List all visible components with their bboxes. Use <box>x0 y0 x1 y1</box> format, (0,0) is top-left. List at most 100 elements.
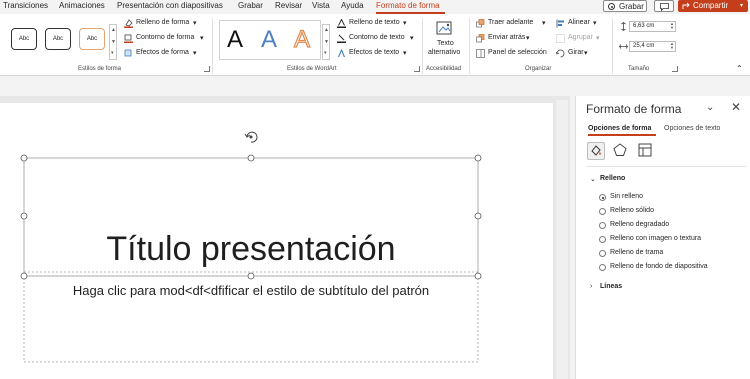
chevron-down-icon[interactable]: ▾ <box>526 34 530 42</box>
record-label: Grabar <box>619 2 644 11</box>
height-icon <box>621 22 626 31</box>
resize-handle-tl <box>20 154 28 162</box>
width-spinner[interactable]: ▲ ▼ <box>670 42 674 50</box>
wordart-gallery-scroll[interactable]: ▲ ▼ ▾ <box>322 24 330 60</box>
shape-styles-dialog-launcher[interactable] <box>204 66 210 72</box>
chevron-down-icon[interactable]: ▾ <box>403 19 407 27</box>
selection-pane-button[interactable]: Panel de selección <box>488 49 547 56</box>
close-icon[interactable]: ✕ <box>731 100 741 114</box>
chevron-right-icon[interactable]: › <box>590 283 592 290</box>
lines-section-header[interactable]: Líneas <box>600 283 622 290</box>
alt-text-icon <box>436 21 452 35</box>
group-button[interactable]: Agrupar <box>568 34 593 41</box>
radio-sin-relleno[interactable] <box>599 194 606 201</box>
tab-formato-de-forma[interactable]: Formato de forma <box>376 1 440 10</box>
size-dialog-launcher[interactable] <box>672 66 678 72</box>
align-icon <box>556 19 564 28</box>
wordart-dialog-launcher[interactable] <box>414 66 420 72</box>
shape-style-1-label: Abc <box>18 36 30 42</box>
slide-subtitle[interactable]: Haga clic para mod<df<dfificar el estilo… <box>24 283 478 298</box>
group-label-size: Tamaño <box>628 66 650 72</box>
radio-relleno-degradado[interactable] <box>599 222 606 229</box>
record-button[interactable]: Grabar <box>603 0 647 12</box>
shape-style-1[interactable]: Abc <box>11 28 37 50</box>
text-outline-button[interactable]: Contorno de texto <box>349 34 405 41</box>
tab-shape-options[interactable]: Opciones de forma <box>588 125 651 132</box>
chevron-down-icon[interactable]: ▾ <box>584 49 588 57</box>
shape-fill-button[interactable]: Relleno de forma <box>136 19 189 26</box>
shape-height-field[interactable]: 6,63 cm ▲ ▼ <box>629 21 676 32</box>
send-backward-button[interactable]: Enviar atrás <box>488 34 525 41</box>
tab-text-options[interactable]: Opciones de texto <box>664 125 720 132</box>
ribbon-tab-bar: Transiciones Animaciones Presentación co… <box>0 0 750 14</box>
radio-relleno-fondo[interactable] <box>599 264 606 271</box>
text-fill-button[interactable]: Relleno de texto <box>349 19 400 26</box>
text-fill-icon <box>337 19 346 28</box>
chevron-down-icon[interactable]: ▾ <box>193 19 197 27</box>
radio-relleno-solido[interactable] <box>599 208 606 215</box>
shape-width-value: 25,4 cm <box>633 43 655 49</box>
chevron-down-icon[interactable]: ▾ <box>200 34 204 42</box>
wordart-style-3[interactable]: A <box>293 25 310 54</box>
resize-handle-bc <box>247 272 255 280</box>
shape-style-3-label: Abc <box>86 36 98 42</box>
shape-styles-gallery-scroll[interactable]: ▲ ▼ ▾ <box>109 24 117 60</box>
tab-vista[interactable]: Vista <box>312 1 330 10</box>
share-button[interactable]: Compartir ▾ <box>678 0 748 12</box>
fill-option-label: Relleno sólido <box>610 207 654 214</box>
group-separator <box>422 18 423 74</box>
fill-line-button[interactable] <box>587 142 605 160</box>
shape-outline-button[interactable]: Contorno de forma <box>136 34 194 41</box>
tab-presentacion[interactable]: Presentación con diapositivas <box>117 1 223 10</box>
pane-options-chevron-icon[interactable]: ⌄ <box>706 102 714 113</box>
align-button[interactable]: Alinear <box>568 19 590 26</box>
fill-section-header[interactable]: Relleno <box>600 175 625 182</box>
format-shape-pane: Formato de forma ⌄ ✕ Opciones de forma O… <box>575 96 750 379</box>
chevron-down-icon[interactable]: ▾ <box>410 34 414 42</box>
width-icon <box>619 44 628 49</box>
size-properties-button[interactable] <box>637 142 655 160</box>
alt-text-button[interactable]: Texto <box>437 40 454 47</box>
radio-relleno-trama[interactable] <box>599 250 606 257</box>
pane-title: Formato de forma <box>586 102 682 116</box>
shape-style-3[interactable]: Abc <box>79 28 105 50</box>
group-label-accessibility: Accesibilidad <box>426 66 462 72</box>
chevron-down-icon[interactable]: ▾ <box>593 19 597 27</box>
rotate-button[interactable]: Girar <box>568 49 584 56</box>
shape-effects-icon <box>124 49 132 57</box>
wordart-style-2[interactable]: A <box>261 26 277 54</box>
bring-forward-button[interactable]: Traer adelante <box>488 19 533 26</box>
tab-animaciones[interactable]: Animaciones <box>59 1 105 10</box>
wordart-style-1[interactable]: A <box>227 26 243 54</box>
text-effects-button[interactable]: Efectos de texto <box>349 49 399 56</box>
tab-revisar[interactable]: Revisar <box>275 1 302 10</box>
shape-effects-button[interactable]: Efectos de forma <box>136 49 189 56</box>
shape-width-field[interactable]: 25,4 cm ▲ ▼ <box>629 41 676 52</box>
active-pane-tab-indicator <box>588 134 656 136</box>
size-properties-icon <box>638 143 652 157</box>
group-separator <box>212 18 213 74</box>
group-separator <box>612 18 613 74</box>
chevron-down-icon[interactable]: ▾ <box>193 49 197 57</box>
comment-button[interactable] <box>654 0 674 12</box>
collapse-ribbon-icon[interactable]: ⌃ <box>736 64 743 73</box>
group-label-shape-styles: Estilos de forma <box>78 66 122 72</box>
chevron-down-icon[interactable]: ⌄ <box>590 175 596 183</box>
comment-icon <box>660 3 669 11</box>
shape-style-2[interactable]: Abc <box>45 28 71 50</box>
height-spinner[interactable]: ▲ ▼ <box>670 22 674 30</box>
chevron-down-icon[interactable]: ▾ <box>403 49 407 57</box>
fill-bucket-icon <box>591 145 601 156</box>
tab-grabar[interactable]: Grabar <box>238 1 263 10</box>
chevron-down-icon[interactable]: ▾ <box>740 2 743 9</box>
effects-button[interactable] <box>612 142 630 160</box>
resize-handle-br <box>474 272 482 280</box>
slide-title[interactable]: Título presentación <box>24 230 478 269</box>
shape-outline-icon <box>124 34 133 43</box>
radio-relleno-imagen[interactable] <box>599 236 606 243</box>
chevron-down-icon[interactable]: ▾ <box>596 34 600 42</box>
resize-handle-tr <box>474 154 482 162</box>
chevron-down-icon[interactable]: ▾ <box>542 19 546 27</box>
tab-ayuda[interactable]: Ayuda <box>341 1 364 10</box>
tab-transiciones[interactable]: Transiciones <box>3 1 48 10</box>
